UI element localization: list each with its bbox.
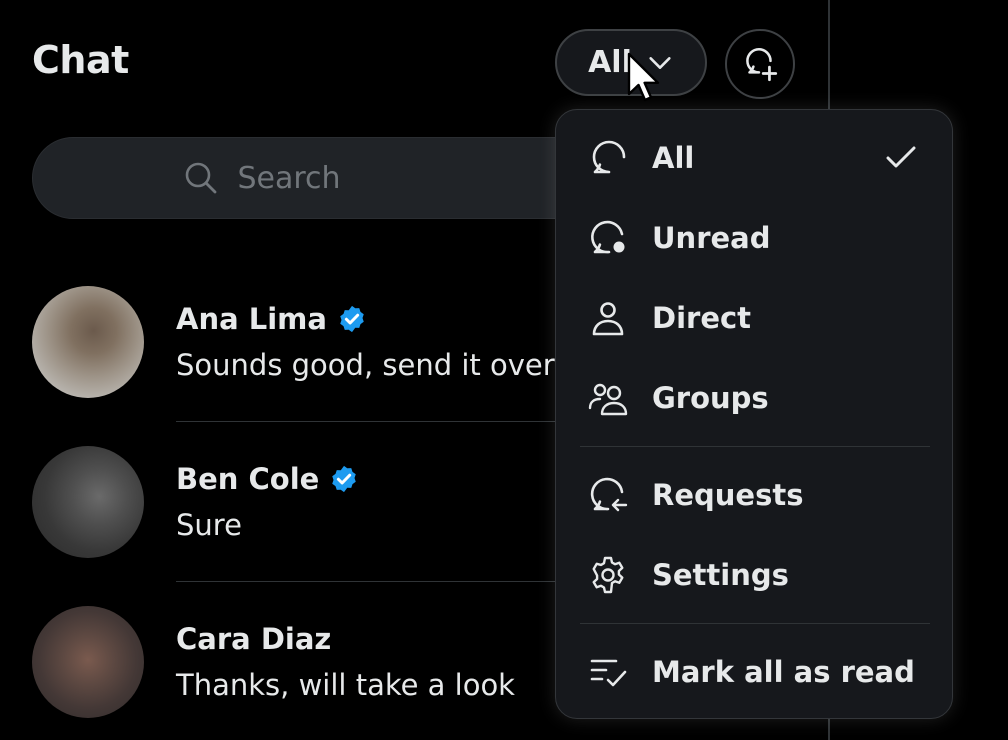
- menu-item-label: Settings: [652, 558, 789, 592]
- search-placeholder: Search: [237, 160, 341, 196]
- last-message: Thanks, will take a look: [176, 668, 515, 702]
- menu-item-requests[interactable]: Requests: [556, 455, 952, 535]
- page-title: Chat: [32, 38, 129, 82]
- contact-name: Cara Diaz: [176, 622, 332, 656]
- chat-bubble-icon: [586, 136, 630, 180]
- checkmark-icon: [886, 146, 916, 168]
- contact-name: Ana Lima: [176, 302, 367, 336]
- chat-request-icon: [586, 473, 630, 517]
- avatar: [32, 446, 144, 558]
- people-icon: [586, 376, 630, 420]
- menu-item-direct[interactable]: Direct: [556, 278, 952, 358]
- new-chat-button[interactable]: [725, 29, 795, 99]
- avatar: [32, 286, 144, 398]
- menu-item-groups[interactable]: Groups: [556, 358, 952, 438]
- menu-item-label: Groups: [652, 381, 769, 415]
- menu-divider: [580, 446, 930, 447]
- new-chat-icon: [746, 48, 778, 82]
- menu-item-label: Direct: [652, 301, 752, 335]
- menu-item-label: Unread: [652, 221, 771, 255]
- menu-item-settings[interactable]: Settings: [556, 535, 952, 615]
- contact-name: Ben Cole: [176, 462, 359, 496]
- row-divider: [176, 421, 556, 422]
- last-message: Sounds good, send it over: [176, 348, 555, 382]
- menu-item-label: All: [652, 141, 695, 175]
- conversation-item[interactable]: Cara Diaz Thanks, will take a look: [32, 606, 592, 726]
- avatar: [32, 606, 144, 718]
- row-divider: [176, 581, 556, 582]
- menu-item-mark-all-read[interactable]: Mark all as read: [556, 632, 952, 712]
- menu-item-label: Mark all as read: [652, 655, 915, 689]
- verified-badge-icon: [340, 305, 364, 333]
- menu-item-unread[interactable]: Unread: [556, 198, 952, 278]
- search-icon: [186, 162, 217, 194]
- conversation-item[interactable]: Ana Lima Sounds good, send it over: [32, 286, 592, 406]
- menu-item-all[interactable]: All: [556, 118, 952, 198]
- person-icon: [586, 296, 630, 340]
- conversation-item[interactable]: Ben Cole Sure: [32, 446, 592, 566]
- verified-badge-icon: [332, 465, 357, 493]
- menu-divider: [580, 623, 930, 624]
- chat-bubble-unread-icon: [586, 216, 630, 260]
- menu-item-label: Requests: [652, 478, 804, 512]
- mark-read-icon: [586, 650, 630, 694]
- mouse-cursor-icon: [627, 52, 660, 102]
- filter-menu: All Unread Direct Groups Requests Settin…: [555, 109, 953, 719]
- last-message: Sure: [176, 508, 242, 542]
- gear-icon: [586, 553, 630, 597]
